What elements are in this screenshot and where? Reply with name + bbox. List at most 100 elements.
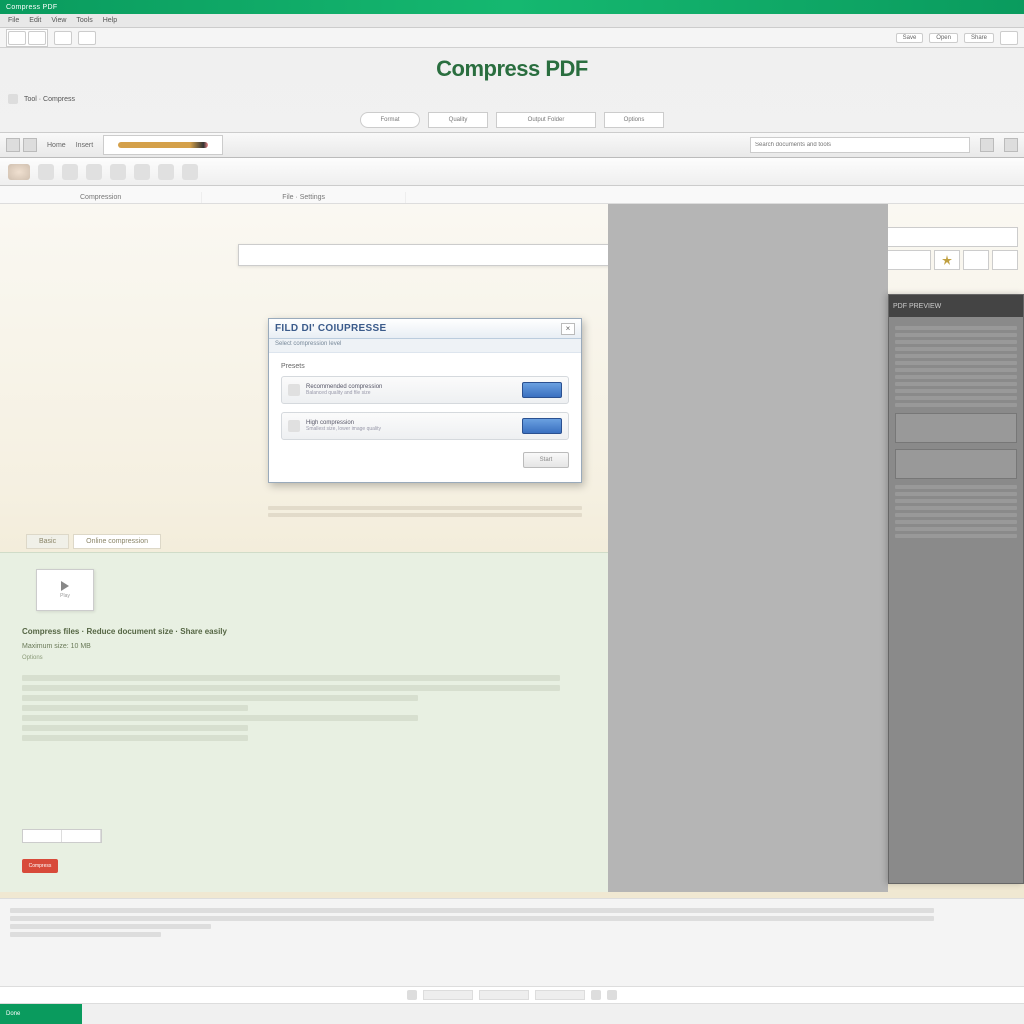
lower-tab-online[interactable]: Online compression [73,534,161,549]
toolbar-share[interactable]: Share [964,33,994,43]
forward-button[interactable] [28,31,46,45]
refresh-button[interactable] [78,31,96,45]
footer: Done [0,898,1024,1024]
preset-select-button[interactable] [522,382,562,398]
preset-row-high[interactable]: High compression Smallest size, lower im… [281,412,569,440]
option-more[interactable]: Options [604,112,664,128]
window-titlebar: Compress PDF [0,0,1024,14]
ribbon-label-insert: Insert [76,142,94,149]
preset-desc: Smallest size, lower image quality [306,426,516,432]
menu-view[interactable]: View [51,17,66,24]
footer-line [10,908,934,913]
search-icon[interactable] [980,138,994,152]
menu-edit[interactable]: Edit [29,17,41,24]
paste-icon[interactable] [86,164,102,180]
right-sidebar-body [889,317,1023,547]
breadcrumb-row: Tool · Compress [0,90,1024,108]
play-card[interactable]: Play [36,569,94,611]
home-button[interactable] [54,31,72,45]
preview-text-line [895,340,1017,344]
undo-icon[interactable] [110,164,126,180]
zoom-in-icon[interactable] [158,164,174,180]
play-icon [61,581,69,591]
preview-text-line [895,333,1017,337]
breadcrumb-icon [8,94,18,104]
ribbon: Home Insert [0,132,1024,158]
preview-text-line [895,375,1017,379]
size-input-group [22,829,102,843]
info-bullets [22,671,588,745]
gear-icon[interactable] [1004,138,1018,152]
footer-line [10,924,211,929]
option-format[interactable]: Format [360,112,420,128]
preview-text-line [895,389,1017,393]
preview-text-line [895,527,1017,531]
footer-text [0,899,1024,946]
edit-tool-box[interactable] [103,135,223,155]
footer-line [10,932,161,937]
option-quality[interactable]: Quality [428,112,488,128]
right-sidebar: PDF PREVIEW [888,294,1024,884]
download-icon[interactable] [992,250,1018,270]
menu-file[interactable]: File [8,17,19,24]
preset-row-recommended[interactable]: Recommended compression Balanced quality… [281,376,569,404]
back-button[interactable] [8,31,26,45]
toolbar-save[interactable]: Save [896,33,924,43]
preset-desc: Balanced quality and file size [306,390,516,396]
caption-lines [268,506,582,520]
status-item-zoom [479,990,529,1000]
lower-tab-basic[interactable]: Basic [26,534,69,549]
status-icon [607,990,617,1000]
redo-icon[interactable] [134,164,150,180]
preview-field-box[interactable] [895,449,1017,479]
titlebar-text: Compress PDF [6,4,57,11]
cut-icon[interactable] [38,164,54,180]
preview-text-line [895,520,1017,524]
compress-button[interactable]: Compress [22,859,58,873]
option-strip: Format Quality Output Folder Options [0,108,1024,132]
status-icon [591,990,601,1000]
menu-tools[interactable]: Tools [76,17,92,24]
mid-search-panel[interactable] [238,244,618,266]
right-sidebar-header: PDF PREVIEW [889,295,1023,317]
bullet-line [22,725,248,731]
tab-compression[interactable]: Compression [0,192,202,203]
preview-text-line [895,534,1017,538]
preview-text-line [895,396,1017,400]
ribbon-search-input[interactable] [750,137,970,153]
zoom-out-icon[interactable] [182,164,198,180]
bookmark-icon[interactable] [963,250,989,270]
dialog-start-button[interactable]: Start [523,452,569,468]
primary-toolbar: Save Open Share [0,28,1024,48]
size-input[interactable] [23,830,62,842]
play-label: Play [60,593,70,599]
preview-text-line [895,361,1017,365]
dialog-section-label: Presets [281,363,569,370]
document-icon[interactable] [6,138,20,152]
lower-tabs: Basic Online compression [26,534,161,549]
info-panel: Play Compress files · Reduce document si… [0,552,608,892]
ribbon-group-1 [6,138,37,152]
settings-icon[interactable] [1000,31,1018,45]
bullet-line [22,735,248,741]
preview-text-line [895,485,1017,489]
avatar-icon[interactable] [8,164,30,180]
preset-icon [288,384,300,396]
preview-text-line [895,354,1017,358]
dialog-body: Presets Recommended compression Balanced… [269,353,581,482]
preset-select-button[interactable] [522,418,562,434]
dialog-subtitle: Select compression level [269,339,581,353]
menu-help[interactable]: Help [103,17,117,24]
folder-icon[interactable] [23,138,37,152]
option-output[interactable]: Output Folder [496,112,596,128]
toolbar-open[interactable]: Open [929,33,958,43]
star-icon[interactable] [934,250,960,270]
tab-settings[interactable]: File · Settings [202,192,406,203]
copy-icon[interactable] [62,164,78,180]
preview-text-line [895,499,1017,503]
preview-text-line [895,403,1017,407]
preview-column [608,204,888,892]
unit-dropdown[interactable] [62,830,101,842]
preview-field-box[interactable] [895,413,1017,443]
dialog-close-button[interactable]: × [561,323,575,335]
